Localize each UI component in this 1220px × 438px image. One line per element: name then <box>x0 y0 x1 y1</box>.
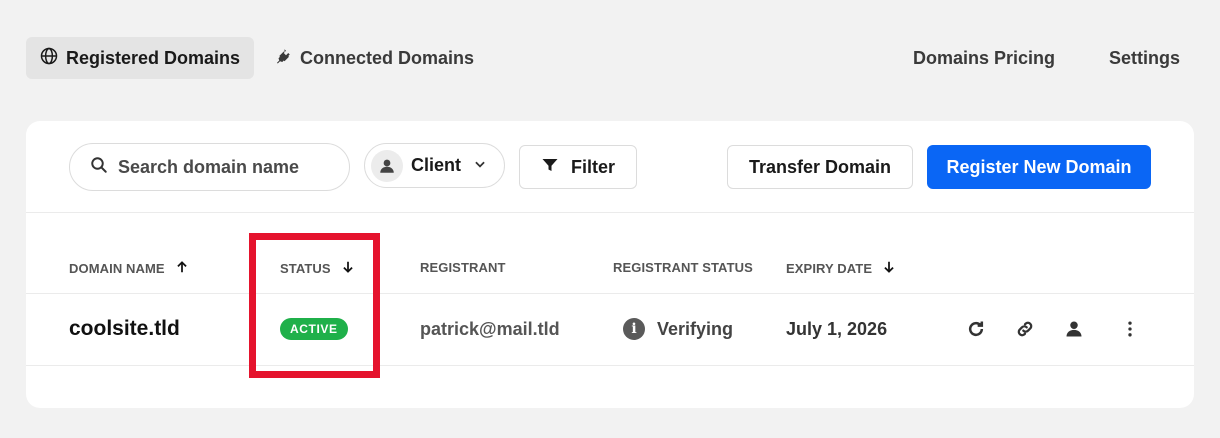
filter-button[interactable]: Filter <box>519 145 637 189</box>
domain-name-link[interactable]: coolsite.tld <box>69 317 180 341</box>
client-dropdown[interactable]: Client <box>364 143 505 188</box>
filter-icon <box>541 156 559 179</box>
tab-connected-domains[interactable]: Connected Domains <box>260 37 488 79</box>
link-icon[interactable] <box>1013 317 1037 341</box>
search-icon <box>90 156 108 179</box>
arrow-down-icon <box>882 260 896 277</box>
expiry-date-cell: July 1, 2026 <box>786 318 888 339</box>
settings-link[interactable]: Settings <box>1109 37 1180 79</box>
registrant-cell: patrick@mail.tld <box>420 318 560 339</box>
arrow-up-icon <box>175 260 189 277</box>
divider <box>26 212 1194 213</box>
register-new-domain-button[interactable]: Register New Domain <box>927 145 1151 189</box>
transfer-domain-button[interactable]: Transfer Domain <box>727 145 913 189</box>
column-registrant-status[interactable]: REGISTRANT STATUS <box>613 260 753 275</box>
registrant-status-cell: i Verifying <box>623 317 733 341</box>
refresh-icon[interactable] <box>964 317 988 341</box>
column-domain-name[interactable]: DOMAIN NAME <box>69 260 189 277</box>
divider <box>26 293 1194 294</box>
avatar <box>371 149 403 182</box>
status-badge: ACTIVE <box>280 318 348 340</box>
filter-label: Filter <box>570 156 615 177</box>
status-cell: ACTIVE <box>280 317 348 341</box>
more-icon[interactable] <box>1118 317 1142 341</box>
chevron-down-icon <box>473 155 487 176</box>
info-icon[interactable]: i <box>623 318 645 340</box>
divider <box>26 365 1194 366</box>
tab-registered-domains[interactable]: Registered Domains <box>26 37 255 79</box>
tab-label: Connected Domains <box>300 47 475 68</box>
globe-icon <box>40 47 58 70</box>
user-icon <box>380 159 394 173</box>
search-input[interactable] <box>118 156 318 178</box>
column-registrant[interactable]: REGISTRANT <box>420 260 506 275</box>
user-icon[interactable] <box>1062 317 1086 341</box>
plug-icon <box>274 47 292 70</box>
arrow-down-icon <box>341 260 355 277</box>
column-expiry-date[interactable]: EXPIRY DATE <box>786 260 896 277</box>
client-label: Client <box>411 155 462 175</box>
domains-pricing-link[interactable]: Domains Pricing <box>913 37 1055 79</box>
registrant-status-text: Verifying <box>657 318 734 339</box>
domains-card: Client Filter Transfer Domain Register N… <box>26 121 1194 408</box>
column-status[interactable]: STATUS <box>280 260 355 277</box>
search-box[interactable] <box>69 143 350 191</box>
tab-label: Registered Domains <box>66 47 241 68</box>
